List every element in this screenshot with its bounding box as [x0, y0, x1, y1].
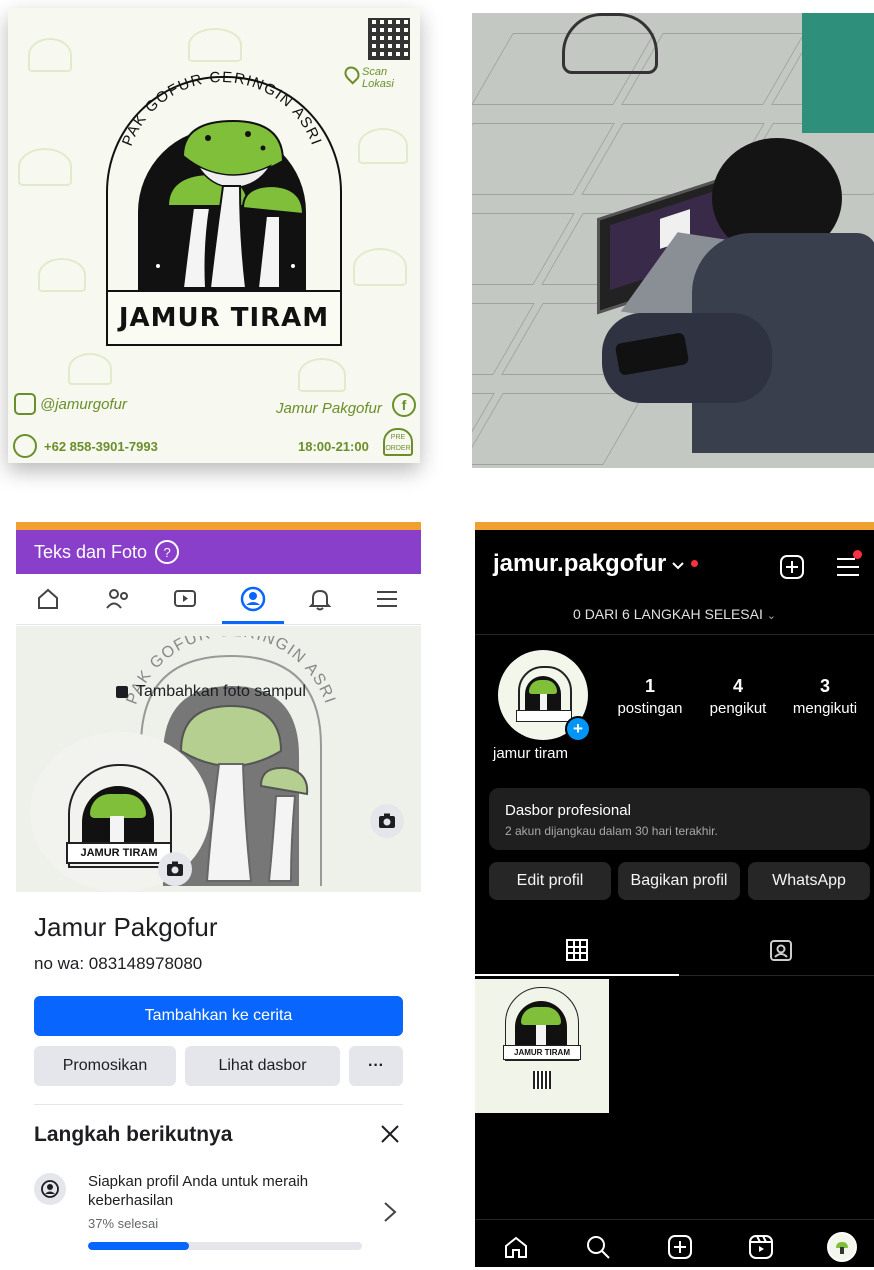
profile-tab-avatar[interactable]: [827, 1232, 857, 1262]
bottom-nav-divider: [475, 1219, 874, 1220]
step-progress-fill: [88, 1242, 190, 1250]
view-dashboard-button[interactable]: Lihat dasbor: [185, 1046, 340, 1086]
grid-tab-icon[interactable]: [565, 938, 589, 962]
photo-person-using-laptop: [472, 13, 874, 468]
profile-icon[interactable]: [239, 586, 267, 614]
active-tab-indicator: [222, 621, 284, 624]
help-icon[interactable]: ?: [155, 540, 180, 564]
fan-stand: [562, 13, 658, 74]
avatar-camera-icon[interactable]: [158, 852, 192, 886]
post-thumbnail[interactable]: JAMUR TIRAM: [475, 979, 609, 1113]
following-count: 3: [819, 676, 830, 696]
posts-count: 1: [644, 676, 655, 696]
poster-image: Scan Lokasi PAK GOFUR CERINGIN ASRI JAMU…: [8, 8, 420, 463]
followers-label[interactable]: pengikut: [698, 700, 778, 717]
divider: [679, 975, 874, 976]
instagram-icon: [14, 393, 36, 415]
menu-notification-dot: [853, 550, 862, 559]
profile-name: Jamur Pakgofur: [34, 912, 218, 942]
search-icon[interactable]: [585, 1234, 611, 1260]
divider: [34, 1104, 403, 1105]
professional-dashboard[interactable]: Dasbor profesional 2 akun dijangkau dala…: [489, 788, 870, 850]
facebook-name: Jamur Pakgofur: [276, 400, 382, 417]
notification-dot: [691, 560, 698, 567]
menu-icon[interactable]: [373, 586, 401, 614]
facebook-profile-screenshot: Teks dan Foto ? PAK GOFUR CERINGIN ASRI: [16, 522, 421, 1267]
thumbnail-title: JAMUR TIRAM: [503, 1045, 581, 1060]
avatar-logo-title: JAMUR TIRAM: [66, 842, 172, 864]
step-profile-icon: [34, 1173, 66, 1205]
add-story-button[interactable]: Tambahkan ke cerita: [34, 996, 403, 1036]
status-bar: [475, 522, 874, 530]
location-pin-icon: [341, 63, 363, 85]
whatsapp-button[interactable]: WhatsApp: [748, 862, 870, 900]
header-bar: Teks dan Foto ?: [16, 530, 421, 574]
whatsapp-number: +62 858-3901-7993: [44, 439, 158, 454]
dashboard-subtitle: 2 akun dijangkau dalam 30 hari terakhir.: [505, 824, 718, 838]
thumbnail-qr-icon: [533, 1071, 551, 1089]
cover-camera-icon[interactable]: [370, 804, 404, 838]
instagram-handle: @jamurgofur: [40, 396, 127, 413]
scan-location-label: Scan Lokasi: [362, 66, 394, 90]
display-name: jamur tiram: [493, 745, 569, 762]
username[interactable]: jamur.pakgofur: [493, 550, 666, 578]
new-post-icon[interactable]: [667, 1234, 693, 1260]
video-icon[interactable]: [171, 586, 199, 614]
onboarding-steps[interactable]: 0 DARI 6 LANGKAH SELESAI ⌄: [475, 606, 874, 622]
posts-label[interactable]: postingan: [610, 700, 690, 717]
add-cover-label: Tambahkan foto sampul: [136, 683, 306, 700]
add-story-plus-icon[interactable]: +: [565, 716, 591, 742]
edit-profile-button[interactable]: Edit profil: [489, 862, 611, 900]
divider: [475, 634, 874, 635]
hours-label: 18:00-21:00: [298, 439, 369, 454]
instagram-profile-screenshot: jamur.pakgofur 0 DARI 6 LANGKAH SELESAI …: [475, 522, 874, 1267]
dashboard-title: Dasbor profesional: [505, 802, 631, 819]
following-label[interactable]: mengikuti: [785, 700, 865, 717]
reels-icon[interactable]: [748, 1234, 774, 1260]
whatsapp-icon: [13, 434, 37, 458]
qr-code-icon: [368, 18, 410, 60]
next-steps-heading: Langkah berikutnya: [34, 1123, 233, 1146]
step-progress-label: 37% selesai: [88, 1216, 159, 1231]
tagged-tab-icon[interactable]: [769, 938, 793, 962]
create-post-icon[interactable]: [779, 554, 805, 580]
close-icon[interactable]: [378, 1122, 402, 1146]
green-wall: [802, 13, 874, 133]
home-icon[interactable]: [34, 586, 62, 614]
more-button[interactable]: ···: [349, 1046, 403, 1086]
promote-button[interactable]: Promosikan: [34, 1046, 176, 1086]
menu-icon[interactable]: [835, 556, 861, 578]
active-tab-indicator: [475, 974, 679, 976]
poster-title: JAMUR TIRAM: [106, 290, 342, 346]
bell-icon[interactable]: [306, 586, 334, 614]
status-bar: [16, 522, 421, 530]
steps-chevron-icon: ⌄: [766, 610, 776, 622]
add-photo-icon: [116, 686, 128, 698]
profile-bio: no wa: 083148978080: [34, 954, 203, 973]
followers-count: 4: [732, 676, 743, 696]
add-cover-button[interactable]: Tambahkan foto sampul: [116, 680, 306, 704]
friends-icon[interactable]: [104, 586, 132, 614]
step-title[interactable]: Siapkan profil Anda untuk meraih keberha…: [88, 1172, 358, 1210]
step-progress-track: [88, 1242, 362, 1250]
mushroom-illustration: [156, 119, 305, 289]
home-icon[interactable]: [503, 1234, 529, 1260]
share-profile-button[interactable]: Bagikan profil: [618, 862, 740, 900]
facebook-nav-bar: [16, 578, 421, 625]
facebook-icon: f: [392, 393, 416, 417]
preorder-badge: PRE ORDER: [383, 428, 413, 456]
header-title: Teks dan Foto: [34, 541, 148, 562]
chevron-down-icon[interactable]: [671, 558, 685, 570]
chevron-right-icon[interactable]: [382, 1200, 398, 1224]
